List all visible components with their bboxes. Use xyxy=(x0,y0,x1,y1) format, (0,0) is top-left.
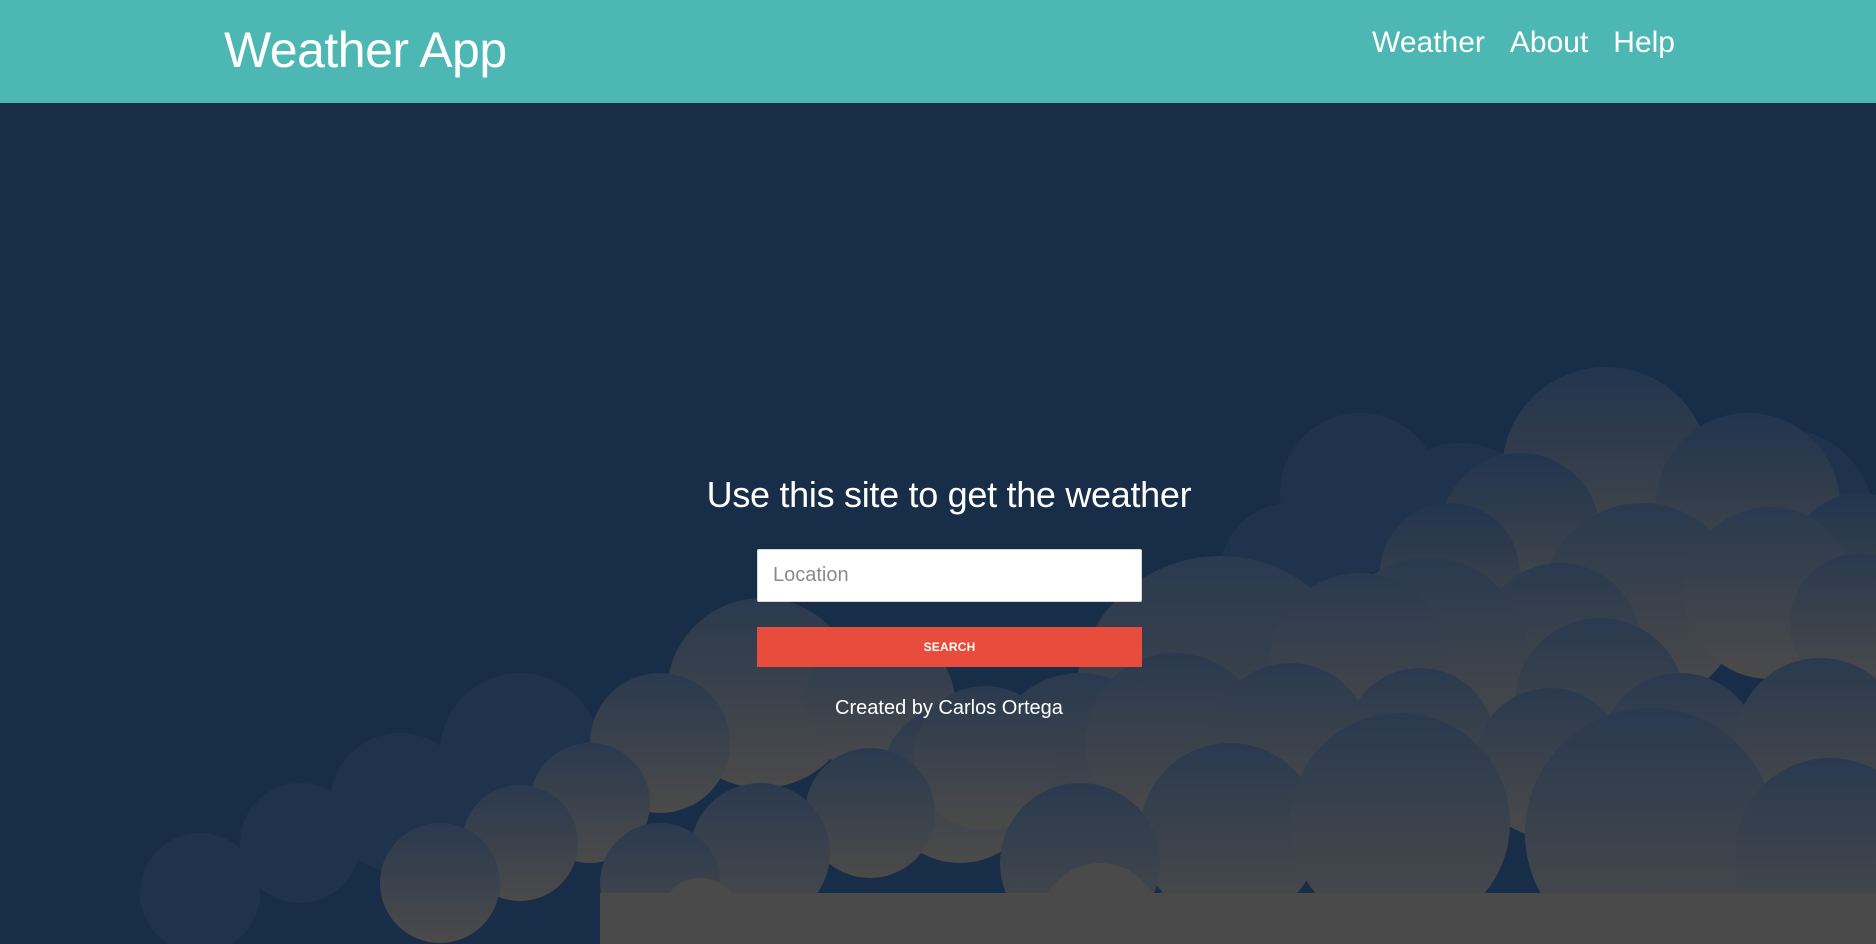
nav-link-weather[interactable]: Weather xyxy=(1372,22,1485,64)
page-headline: Use this site to get the weather xyxy=(706,474,1192,515)
search-button[interactable]: SEARCH xyxy=(757,627,1142,667)
nav-link-help[interactable]: Help xyxy=(1613,22,1675,64)
location-input[interactable] xyxy=(757,549,1142,602)
author-credit: Created by Carlos Ortega xyxy=(835,697,1063,719)
main-content: Use this site to get the weather SEARCH … xyxy=(0,103,1876,944)
nav-link-about[interactable]: About xyxy=(1510,22,1588,64)
main-nav: Weather About Help xyxy=(1372,22,1675,64)
header-bar: Weather App Weather About Help xyxy=(0,0,1876,103)
site-brand[interactable]: Weather App xyxy=(224,20,507,80)
